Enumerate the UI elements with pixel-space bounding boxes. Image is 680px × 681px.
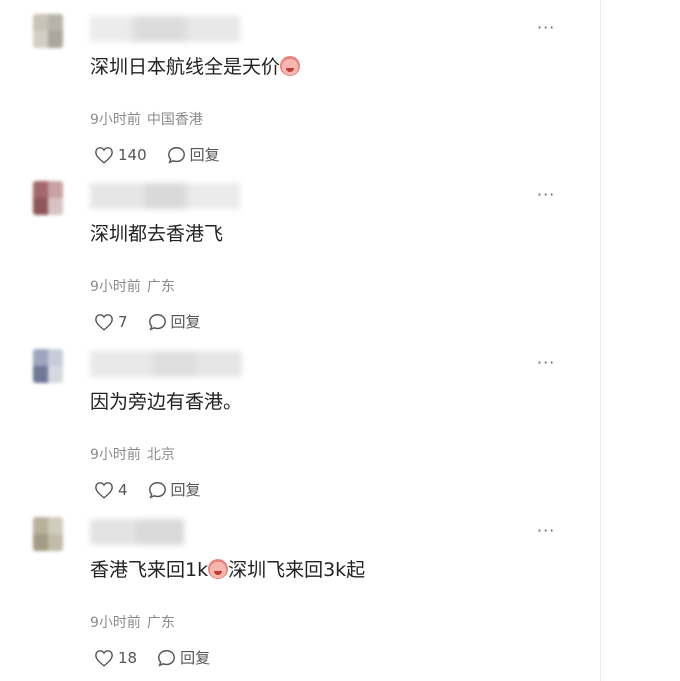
comment-time: 9小时前 (90, 279, 141, 295)
speech-bubble-icon (167, 146, 185, 164)
more-options-button[interactable]: ··· (537, 185, 555, 204)
more-options-button[interactable]: ··· (537, 18, 555, 37)
username-blurred[interactable] (90, 16, 240, 42)
avatar[interactable] (33, 517, 63, 551)
crying-face-emoji-icon (280, 56, 301, 76)
reply-label: 回复 (170, 481, 201, 499)
crying-face-emoji-icon (208, 559, 229, 579)
avatar[interactable] (33, 14, 63, 48)
username-blurred[interactable] (90, 351, 242, 377)
comment-location: 广东 (146, 615, 175, 631)
like-button[interactable]: 4 (94, 481, 128, 499)
like-count: 4 (118, 480, 128, 499)
comment-text: 因为旁边有香港。 (90, 391, 243, 413)
comment-actions: 18 回复 (94, 647, 210, 668)
comment-item: ··· 深圳日本航线全是天价 9小时前 中国香港 140 回复 (0, 10, 600, 178)
comment-item: ··· 深圳都去香港飞 9小时前 广东 7 回复 (0, 177, 600, 345)
comment-meta: 9小时前 广东 (90, 612, 175, 632)
speech-bubble-icon (158, 649, 176, 667)
comment-text: 深圳都去香港飞 (90, 223, 224, 245)
comment-time: 9小时前 (90, 615, 141, 631)
reply-button[interactable]: 回复 (167, 144, 220, 165)
comment-actions: 7 回复 (94, 311, 201, 332)
comment-time: 9小时前 (90, 112, 141, 128)
username-blurred[interactable] (90, 183, 240, 209)
like-count: 18 (118, 648, 138, 667)
like-button[interactable]: 18 (94, 649, 137, 667)
speech-bubble-icon (148, 481, 166, 499)
like-count: 140 (118, 145, 147, 164)
reply-label: 回复 (170, 313, 201, 331)
comment-meta: 9小时前 北京 (90, 444, 175, 464)
reply-label: 回复 (180, 649, 211, 667)
comment-text: 深圳日本航线全是天价 (90, 54, 301, 80)
comment-actions: 140 回复 (94, 144, 220, 165)
reply-label: 回复 (189, 146, 220, 164)
like-button[interactable]: 140 (94, 146, 147, 164)
vertical-divider (600, 0, 601, 681)
heart-outline-icon (95, 146, 113, 164)
comment-actions: 4 回复 (94, 479, 201, 500)
comment-meta: 9小时前 中国香港 (90, 109, 203, 129)
heart-outline-icon (95, 481, 113, 499)
comment-time: 9小时前 (90, 447, 141, 463)
comment-location: 北京 (146, 447, 175, 463)
username-blurred[interactable] (90, 519, 184, 545)
comment-item: ··· 因为旁边有香港。 9小时前 北京 4 回复 (0, 345, 600, 513)
heart-outline-icon (95, 313, 113, 331)
reply-button[interactable]: 回复 (148, 311, 201, 332)
speech-bubble-icon (148, 313, 166, 331)
more-options-button[interactable]: ··· (537, 353, 555, 372)
avatar[interactable] (33, 349, 63, 383)
reply-button[interactable]: 回复 (157, 647, 210, 668)
avatar[interactable] (33, 181, 63, 215)
comment-text: 香港飞来回1k 深圳飞来回3k起 (90, 559, 366, 581)
like-count: 7 (118, 312, 128, 331)
more-options-button[interactable]: ··· (537, 521, 555, 540)
reply-button[interactable]: 回复 (148, 479, 201, 500)
heart-outline-icon (95, 649, 113, 667)
comment-location: 广东 (146, 279, 175, 295)
comment-item: ··· 香港飞来回1k 深圳飞来回3k起 9小时前 广东 18 回复 (0, 513, 600, 681)
comment-meta: 9小时前 广东 (90, 276, 175, 296)
comment-location: 中国香港 (146, 112, 203, 128)
like-button[interactable]: 7 (94, 313, 128, 331)
